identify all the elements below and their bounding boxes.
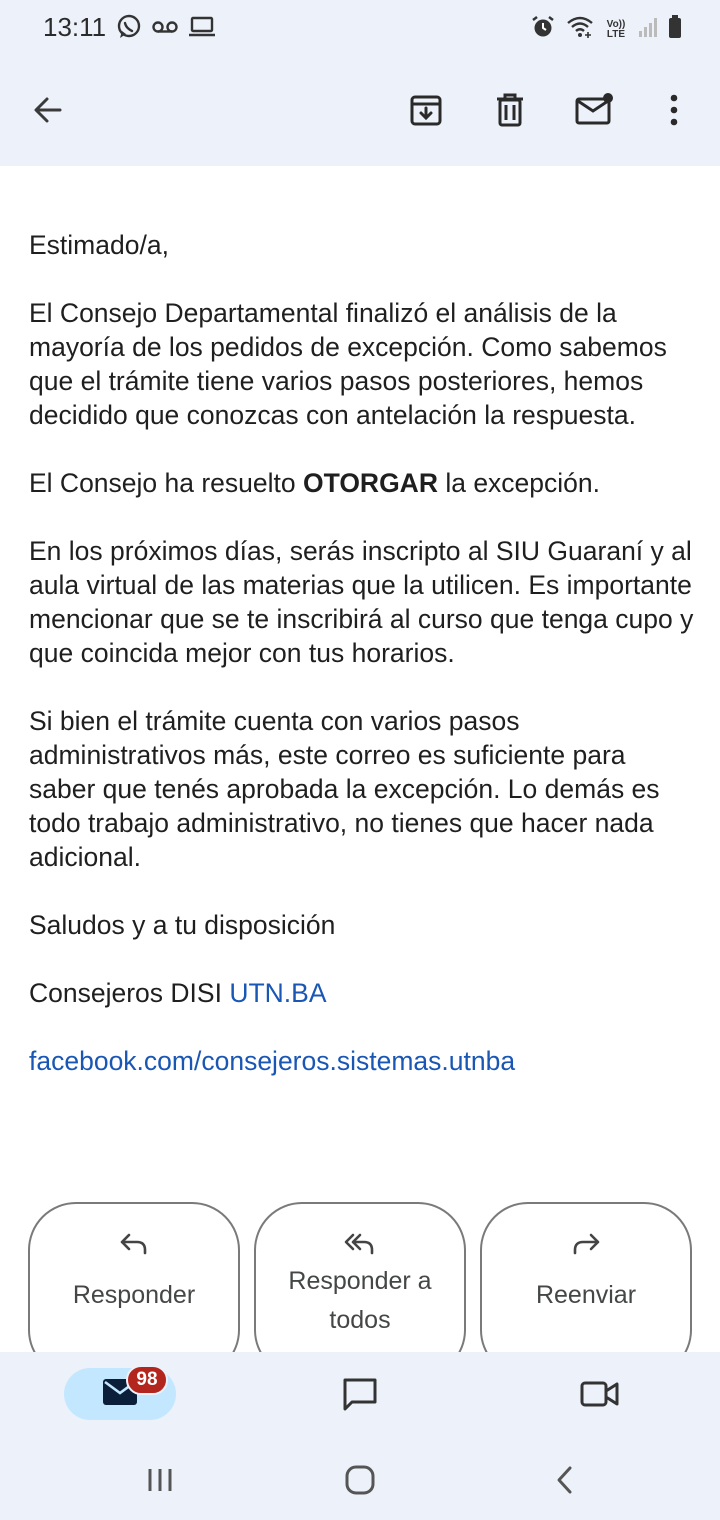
whatsapp-icon	[116, 14, 142, 45]
signature-link[interactable]: UTN.BA	[229, 978, 326, 1008]
mail-badge: 98	[126, 1365, 168, 1395]
home-icon[interactable]	[336, 1460, 384, 1500]
email-closing: Saludos y a tu disposición	[29, 910, 336, 940]
facebook-link[interactable]: facebook.com/consejeros.sistemas.utnba	[29, 1046, 515, 1076]
email-paragraph-1: El Consejo Departamental finalizó el aná…	[29, 298, 667, 430]
email-signature: Consejeros DISI UTN.BA	[29, 976, 699, 1010]
reply-actions: Responder Responder a todos Reenviar	[28, 1202, 692, 1378]
recents-icon[interactable]	[136, 1460, 184, 1500]
reply-label: Responder	[72, 1281, 196, 1309]
email-greeting: Estimado/a,	[29, 230, 169, 260]
mark-unread-icon[interactable]	[572, 88, 616, 132]
delete-icon[interactable]	[488, 88, 532, 132]
email-paragraph-2: El Consejo ha resuelto OTORGAR la excepc…	[29, 466, 699, 500]
signal-icon	[638, 16, 658, 43]
back-arrow-icon[interactable]	[26, 88, 70, 132]
toolbar	[0, 58, 720, 166]
reply-all-label: Responder a todos	[288, 1267, 432, 1334]
archive-icon[interactable]	[404, 88, 448, 132]
paragraph-2-text-after: la excepción.	[437, 468, 601, 498]
forward-label: Reenviar	[535, 1281, 637, 1309]
reply-all-icon	[344, 1232, 376, 1262]
reply-icon	[119, 1232, 149, 1262]
volte-bottom-label: LTE	[606, 28, 626, 40]
status-time: 13:11	[43, 12, 107, 42]
paragraph-2-bold: OTORGAR	[303, 468, 438, 498]
chat-icon[interactable]	[336, 1372, 384, 1416]
more-vert-icon[interactable]	[652, 88, 696, 132]
signature-text: Consejeros DISI	[29, 978, 230, 1008]
email-body: Estimado/a, El Consejo Departamental fin…	[29, 228, 699, 1112]
forward-icon	[571, 1232, 601, 1262]
alarm-icon	[530, 14, 556, 45]
laptop-icon	[188, 16, 216, 43]
email-facebook-paragraph: facebook.com/consejeros.sistemas.utnba	[29, 1044, 699, 1078]
bottom-nav: 98	[0, 1352, 720, 1520]
status-bar: 13:11 Vo)) LTE	[0, 0, 720, 58]
back-icon[interactable]	[540, 1460, 588, 1500]
voicemail-icon	[152, 19, 178, 40]
volte-icon: Vo)) LTE	[604, 19, 628, 40]
paragraph-2-text-before: El Consejo ha resuelto	[29, 468, 303, 498]
email-paragraph-3: En los próximos días, serás inscripto al…	[29, 536, 694, 668]
battery-icon	[668, 15, 682, 44]
wifi-icon	[566, 15, 594, 44]
meet-icon[interactable]	[576, 1372, 624, 1416]
email-paragraph-4: Si bien el trámite cuenta con varios pas…	[29, 706, 660, 872]
